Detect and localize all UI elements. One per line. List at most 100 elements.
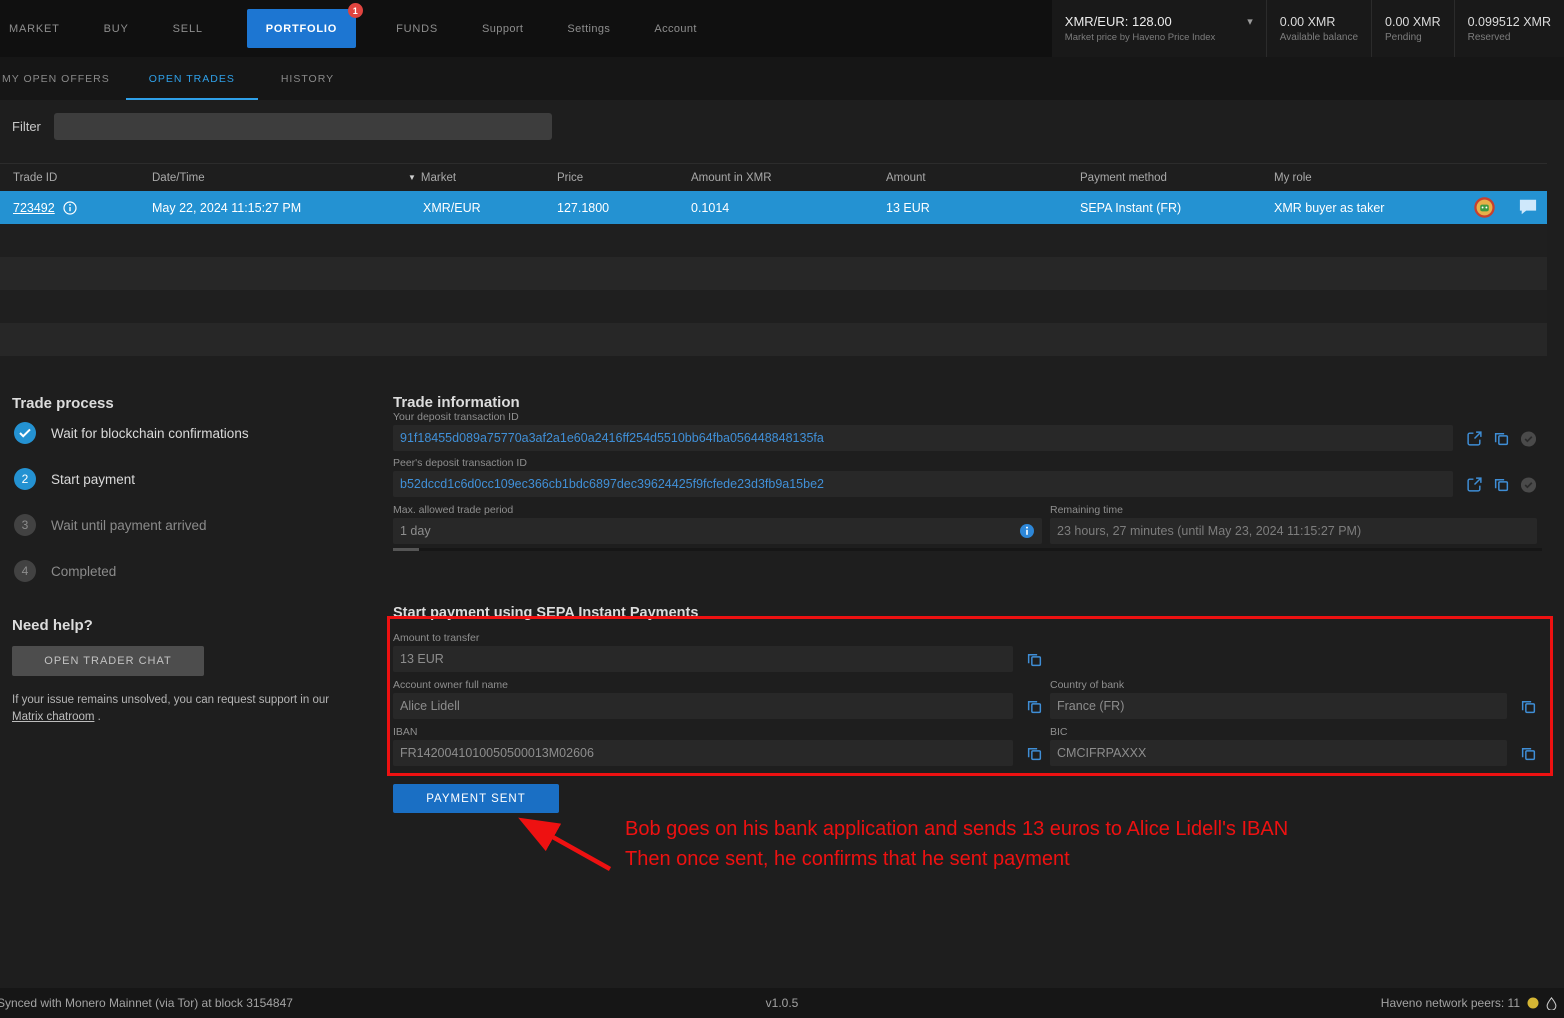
trade-price-cell: 127.1800 <box>557 201 691 215</box>
column-header-amount-xmr[interactable]: Amount in XMR <box>691 172 886 184</box>
trade-period-field: 1 day <box>393 518 1042 544</box>
tab-history[interactable]: HISTORY <box>258 57 357 100</box>
support-help-suffix: . <box>98 711 101 723</box>
table-row-empty <box>0 290 1547 323</box>
peer-tx-row: b52dccd1c6d0cc109ec366cb1bdc6897dec39624… <box>393 471 1537 497</box>
trade-period-progress-bar <box>393 548 1542 551</box>
column-header-amount[interactable]: Amount <box>886 172 1080 184</box>
copy-icon[interactable] <box>1493 476 1510 493</box>
available-balance: 0.00 XMR Available balance <box>1266 0 1371 57</box>
step-done-check-icon <box>14 422 36 444</box>
copy-icon[interactable] <box>1026 698 1043 715</box>
column-header-trade-id[interactable]: Trade ID <box>13 172 152 184</box>
trade-id-link[interactable]: 723492 <box>13 201 55 215</box>
filter-label: Filter <box>12 119 41 134</box>
filter-input[interactable] <box>54 113 552 140</box>
bic-field: CMCIFRPAXXX <box>1050 740 1507 766</box>
trades-table-header: Trade ID Date/Time ▼ Market Price Amount… <box>0 163 1547 191</box>
nav-sell[interactable]: SELL <box>173 23 203 35</box>
trade-payment-method-cell: SEPA Instant (FR) <box>1080 201 1274 215</box>
nav-funds[interactable]: FUNDS <box>396 23 438 35</box>
column-header-payment-method[interactable]: Payment method <box>1080 172 1274 184</box>
country-of-bank-label: Country of bank <box>1050 679 1124 691</box>
amount-to-transfer-value: 13 EUR <box>400 652 444 666</box>
trade-my-role-cell: XMR buyer as taker <box>1274 201 1547 215</box>
trade-period-value: 1 day <box>400 524 431 538</box>
trade-amount-cell: 13 EUR <box>886 201 1080 215</box>
country-of-bank-row: France (FR) <box>1050 693 1537 719</box>
step-wait-confirmations: Wait for blockchain confirmations <box>14 422 249 444</box>
account-owner-label: Account owner full name <box>393 679 508 691</box>
market-price-value: XMR/EUR: 128.00 <box>1065 14 1172 29</box>
open-trader-chat-button[interactable]: OPEN TRADER CHAT <box>12 646 204 676</box>
connection-status-icon <box>1527 997 1539 1009</box>
reserved-balance-value: 0.099512 XMR <box>1468 15 1551 29</box>
table-row-empty <box>0 257 1547 290</box>
step-label: Completed <box>51 564 116 579</box>
nav-account[interactable]: Account <box>654 23 697 35</box>
copy-icon[interactable] <box>1493 430 1510 447</box>
support-help-text: If your issue remains unsolved, you can … <box>12 692 352 726</box>
payment-sent-button[interactable]: PAYMENT SENT <box>393 784 559 813</box>
iban-label: IBAN <box>393 726 418 738</box>
matrix-chatroom-link[interactable]: Matrix chatroom <box>12 711 94 723</box>
need-help-title: Need help? <box>12 617 93 634</box>
copy-icon[interactable] <box>1026 651 1043 668</box>
pending-balance-value: 0.00 XMR <box>1385 15 1441 29</box>
peer-tx-field[interactable]: b52dccd1c6d0cc109ec366cb1bdc6897dec39624… <box>393 471 1453 497</box>
column-header-my-role[interactable]: My role <box>1274 172 1547 184</box>
tab-my-open-offers[interactable]: MY OPEN OFFERS <box>0 57 126 100</box>
nav-market[interactable]: MARKET <box>9 23 60 35</box>
status-bar: Synced with Monero Mainnet (via Tor) at … <box>0 988 1564 1018</box>
sync-status: Synced with Monero Mainnet (via Tor) at … <box>0 996 293 1010</box>
nav-buy[interactable]: BUY <box>104 23 129 35</box>
start-payment-title: Start payment using SEPA Instant Payment… <box>393 605 698 621</box>
step-start-payment: 2 Start payment <box>14 468 135 490</box>
amount-to-transfer-row: 13 EUR <box>393 646 1043 672</box>
peer-tx-value[interactable]: b52dccd1c6d0cc109ec366cb1bdc6897dec39624… <box>400 477 824 491</box>
step-label: Wait for blockchain confirmations <box>51 426 249 441</box>
nav-portfolio[interactable]: PORTFOLIO 1 <box>247 9 356 48</box>
deposit-tx-field[interactable]: 91f18455d089a75770a3af2a1e60a2416ff254d5… <box>393 425 1453 451</box>
trade-information-title: Trade information <box>393 394 520 411</box>
app-version: v1.0.5 <box>766 996 799 1010</box>
trade-id-cell: 723492 <box>13 201 152 215</box>
topbar-status-area: XMR/EUR: 128.00 ▾ Market price by Haveno… <box>1052 0 1564 57</box>
copy-icon[interactable] <box>1026 745 1043 762</box>
nav-support[interactable]: Support <box>482 23 523 35</box>
country-of-bank-field: France (FR) <box>1050 693 1507 719</box>
column-header-datetime[interactable]: Date/Time <box>152 172 408 184</box>
tab-open-trades[interactable]: OPEN TRADES <box>126 57 258 100</box>
annotation-line-1: Bob goes on his bank application and sen… <box>625 815 1288 845</box>
market-price-selector[interactable]: XMR/EUR: 128.00 ▾ Market price by Haveno… <box>1052 0 1266 57</box>
nav-portfolio-label: PORTFOLIO <box>266 23 337 35</box>
column-header-market[interactable]: ▼ Market <box>408 172 557 184</box>
step-label: Wait until payment arrived <box>51 518 207 533</box>
amount-to-transfer-label: Amount to transfer <box>393 632 479 644</box>
info-icon[interactable] <box>1019 523 1035 539</box>
open-in-explorer-icon[interactable] <box>1466 430 1483 447</box>
confirmation-status-icon <box>1520 430 1537 447</box>
haveno-app-window: MARKET BUY SELL PORTFOLIO 1 FUNDS Suppor… <box>0 0 1564 1018</box>
remaining-time-row: 23 hours, 27 minutes (until May 23, 2024… <box>1050 518 1537 544</box>
remaining-time-value: 23 hours, 27 minutes (until May 23, 2024… <box>1057 524 1361 538</box>
trade-chat-icon[interactable] <box>1518 198 1538 216</box>
pending-balance-label: Pending <box>1385 32 1441 43</box>
bic-row: CMCIFRPAXXX <box>1050 740 1537 766</box>
copy-icon[interactable] <box>1520 745 1537 762</box>
confirmation-status-icon <box>1520 476 1537 493</box>
iban-row: FR1420041010050500013M02606 <box>393 740 1043 766</box>
peer-avatar-icon[interactable] <box>1474 197 1495 218</box>
copy-icon[interactable] <box>1520 698 1537 715</box>
trade-info-icon[interactable] <box>63 201 77 215</box>
deposit-tx-value[interactable]: 91f18455d089a75770a3af2a1e60a2416ff254d5… <box>400 431 824 445</box>
peer-tx-label: Peer's deposit transaction ID <box>393 457 527 469</box>
step-number: 3 <box>14 514 36 536</box>
column-header-price[interactable]: Price <box>557 172 691 184</box>
main-nav: MARKET BUY SELL PORTFOLIO 1 FUNDS Suppor… <box>0 0 741 57</box>
country-of-bank-value: France (FR) <box>1057 699 1124 713</box>
account-owner-value: Alice Lidell <box>400 699 460 713</box>
nav-settings[interactable]: Settings <box>567 23 610 35</box>
open-in-explorer-icon[interactable] <box>1466 476 1483 493</box>
trade-row-selected[interactable]: 723492 May 22, 2024 11:15:27 PM XMR/EUR … <box>0 191 1547 224</box>
